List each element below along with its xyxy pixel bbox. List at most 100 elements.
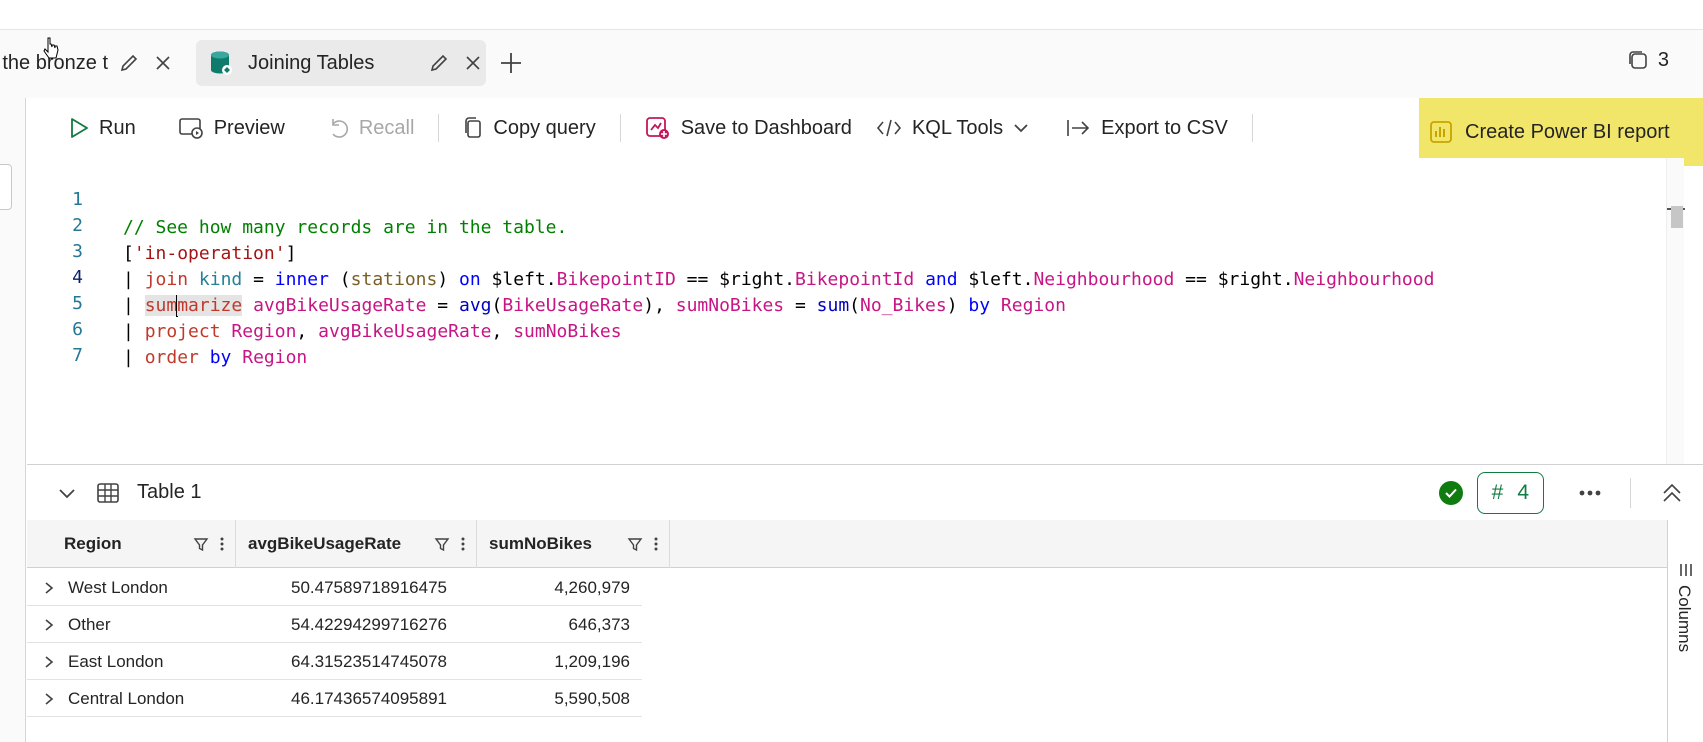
- kql-tools-label: KQL Tools: [911, 116, 1004, 139]
- cell-avg-bike-usage-rate: 46.17436574095891: [291, 689, 447, 708]
- kql-editor[interactable]: 1 // See how many records are in the tab…: [27, 158, 1685, 464]
- cell-avg-bike-usage-rate: 50.47589718916475: [291, 578, 447, 597]
- code-line: 6 | order by Region: [27, 288, 1684, 368]
- rename-tab-icon[interactable]: [426, 50, 452, 76]
- create-power-bi-report-label: Create Power BI report: [1465, 120, 1670, 143]
- double-chevron-up-icon: [1663, 483, 1681, 502]
- chevron-right-icon[interactable]: [39, 606, 59, 643]
- query-tab-bar: Ingest into the bronze t... Joining Tabl…: [0, 30, 1703, 98]
- table-row[interactable]: Central London 46.17436574095891 5,590,5…: [27, 680, 642, 717]
- columns-panel-label: Columns: [1675, 585, 1694, 653]
- copy-stack-icon: [1629, 51, 1647, 69]
- table-row[interactable]: East London 64.31523514745078 1,209,196: [27, 643, 642, 680]
- code-line: 5 | project Region, avgBikeUsageRate, su…: [27, 262, 1684, 342]
- column-menu-icon[interactable]: [460, 536, 466, 552]
- plus-icon: [501, 53, 521, 73]
- open-tabs-counter[interactable]: 3: [1626, 48, 1669, 72]
- header-divider: [1630, 478, 1631, 508]
- collapse-results-chevron-icon[interactable]: [55, 481, 79, 505]
- collapse-panel-button[interactable]: [1655, 476, 1689, 510]
- gutter-panel-handle[interactable]: [0, 164, 12, 210]
- columns-icon: [1680, 564, 1692, 576]
- recall-button[interactable]: Recall: [315, 108, 427, 148]
- code-line: 2 ['in-operation']: [27, 184, 1684, 264]
- table-icon: [95, 480, 121, 506]
- code-line: 4 | summarize avgBikeUsageRate = avg(Bik…: [27, 236, 1684, 317]
- scroll-thumb[interactable]: [1671, 206, 1683, 228]
- tab-joining-tables[interactable]: Joining Tables: [196, 40, 486, 86]
- tab-joining-tables-label: Joining Tables: [248, 51, 375, 74]
- table-row[interactable]: West London 50.47589718916475 4,260,979: [27, 569, 642, 606]
- ellipsis-icon: [1579, 490, 1601, 496]
- kql-tools-dropdown[interactable]: KQL Tools: [864, 108, 1041, 148]
- code-line: 7: [27, 314, 1684, 366]
- close-tab-icon[interactable]: [150, 50, 176, 76]
- database-icon: [208, 50, 234, 76]
- filter-icon[interactable]: [627, 536, 643, 552]
- column-menu-icon[interactable]: [653, 536, 659, 552]
- recall-label: Recall: [358, 116, 415, 139]
- code-keyword: by: [209, 347, 232, 368]
- code-keyword: order: [144, 347, 199, 368]
- open-tabs-count: 3: [1657, 48, 1669, 71]
- preview-button[interactable]: Preview: [166, 108, 297, 148]
- hash-icon: #: [1491, 481, 1504, 504]
- grid-header-row: Region avgBikeUsageRate sumNoBikes: [27, 520, 1667, 568]
- cell-region: East London: [68, 652, 164, 671]
- export-csv-button[interactable]: Export to CSV: [1053, 108, 1240, 148]
- editor-scrollbar[interactable]: [1666, 158, 1685, 464]
- run-label: Run: [99, 116, 136, 139]
- more-options-button[interactable]: [1570, 473, 1610, 513]
- rename-tab-icon[interactable]: [116, 50, 142, 76]
- chevron-right-icon[interactable]: [39, 680, 59, 717]
- run-button[interactable]: Run: [57, 108, 148, 148]
- chevron-right-icon[interactable]: [39, 643, 59, 680]
- cell-avg-bike-usage-rate: 54.42294299716276: [291, 615, 447, 634]
- result-table-title[interactable]: Table 1: [137, 481, 202, 504]
- results-grid: Region avgBikeUsageRate sumNoBikes West …: [27, 520, 1667, 742]
- export-csv-label: Export to CSV: [1101, 116, 1228, 139]
- cell-region: West London: [68, 578, 168, 597]
- line-number: 7: [72, 345, 83, 366]
- code-line: 1 // See how many records are in the tab…: [27, 158, 1684, 238]
- tab-bronze[interactable]: Ingest into the bronze t...: [0, 37, 190, 86]
- cell-sum-no-bikes: 646,373: [568, 615, 630, 634]
- toolbar-divider: [438, 114, 440, 142]
- cell-sum-no-bikes: 5,590,508: [554, 689, 630, 708]
- preview-icon: [178, 118, 203, 139]
- save-to-dashboard-button[interactable]: Save to Dashboard: [633, 108, 864, 148]
- cell-avg-bike-usage-rate: 64.31523514745078: [291, 652, 447, 671]
- create-power-bi-report-button[interactable]: Create Power BI report: [1419, 98, 1703, 166]
- row-count-badge[interactable]: # 4: [1476, 472, 1544, 514]
- chevron-right-icon[interactable]: [39, 569, 59, 606]
- recall-icon: [332, 119, 348, 138]
- code-identifier: Region: [242, 347, 308, 368]
- copy-query-label: Copy query: [493, 116, 596, 139]
- columns-side-panel[interactable]: Columns: [1667, 520, 1703, 742]
- column-header-label: sumNoBikes: [489, 534, 592, 553]
- column-header-avg-bike-usage-rate[interactable]: avgBikeUsageRate: [236, 520, 477, 568]
- add-tab-button[interactable]: [496, 48, 526, 78]
- column-header-label: avgBikeUsageRate: [248, 534, 402, 553]
- filter-icon[interactable]: [434, 536, 450, 552]
- column-menu-icon[interactable]: [219, 536, 225, 552]
- close-tab-icon[interactable]: [460, 50, 486, 76]
- copy-query-button[interactable]: Copy query: [451, 108, 607, 148]
- code-line: 3 | join kind = inner (stations) on $lef…: [27, 210, 1684, 290]
- cell-sum-no-bikes: 1,209,196: [554, 652, 630, 671]
- column-header-region[interactable]: Region: [52, 520, 236, 568]
- code-pipe: |: [123, 347, 145, 368]
- toolbar-divider: [1251, 114, 1253, 142]
- cell-sum-no-bikes: 4,260,979: [554, 578, 630, 597]
- results-header: Table 1 # 4: [27, 464, 1703, 520]
- preview-label: Preview: [213, 116, 285, 139]
- column-header-sum-no-bikes[interactable]: sumNoBikes: [477, 520, 670, 568]
- filter-icon[interactable]: [193, 536, 209, 552]
- row-count-value: 4: [1517, 481, 1529, 504]
- code-icon: [876, 119, 901, 137]
- mouse-cursor-icon: [43, 37, 59, 59]
- table-row[interactable]: Other 54.42294299716276 646,373: [27, 606, 642, 643]
- copy-icon: [465, 117, 482, 138]
- window-top-strip: [0, 0, 1703, 30]
- power-bi-icon: [1430, 121, 1452, 143]
